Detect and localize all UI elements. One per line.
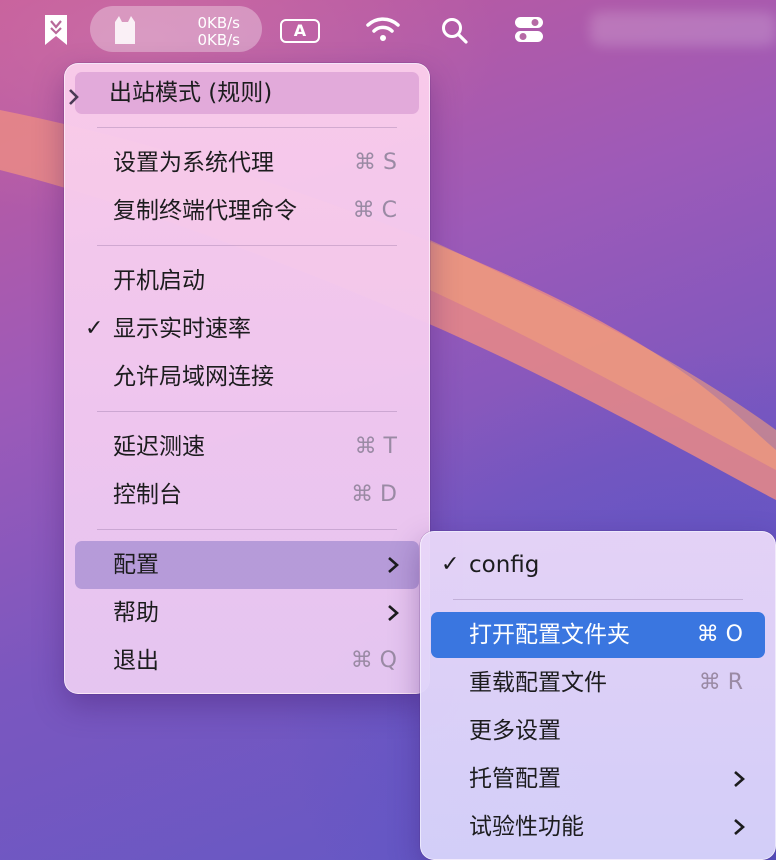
menu-item-label: 设置为系统代理 <box>113 150 274 176</box>
menu-item-quit[interactable]: 退出 ⌘ Q <box>75 640 419 682</box>
menu-separator <box>97 245 397 246</box>
download-speed: 0KB/s <box>197 31 240 49</box>
menu-separator <box>97 411 397 412</box>
config-submenu: ✓ config 打开配置文件夹 ⌘ O 重载配置文件 ⌘ R 更多设置 托管配… <box>420 531 776 860</box>
menu-separator <box>97 529 397 530</box>
chevron-right-icon <box>388 557 399 573</box>
menu-item-label: 延迟测速 <box>113 434 205 460</box>
menu-item-set-system-proxy[interactable]: 设置为系统代理 ⌘ S <box>75 142 419 184</box>
menu-item-label: 控制台 <box>113 482 182 508</box>
menu-item-label: 显示实时速率 <box>113 316 251 342</box>
menu-item-label: 允许局域网连接 <box>113 364 274 390</box>
menu-item-label: 更多设置 <box>469 718 561 744</box>
submenu-item-config-profile[interactable]: ✓ config <box>431 544 765 586</box>
menu-item-show-speed[interactable]: ✓ 显示实时速率 <box>75 308 419 350</box>
menu-item-label: 复制终端代理命令 <box>113 198 297 224</box>
menu-item-label: 帮助 <box>113 600 159 626</box>
menu-item-config[interactable]: 配置 <box>75 541 419 589</box>
menu-item-help[interactable]: 帮助 <box>75 592 419 634</box>
menu-item-label: 重载配置文件 <box>469 670 607 696</box>
wifi-icon[interactable] <box>366 16 400 42</box>
menu-item-label: 试验性功能 <box>469 814 584 840</box>
submenu-item-open-config-folder[interactable]: 打开配置文件夹 ⌘ O <box>431 612 765 658</box>
menu-item-outbound-mode[interactable]: 出站模式 (规则) <box>69 72 419 114</box>
menu-item-label: 出站模式 (规则) <box>109 80 273 106</box>
menu-item-allow-lan[interactable]: 允许局域网连接 <box>75 356 419 398</box>
app-bookmark-icon[interactable] <box>44 14 68 46</box>
menu-item-label: 打开配置文件夹 <box>469 622 630 648</box>
shortcut-hint: ⌘ Q <box>350 648 397 673</box>
chevron-right-icon <box>734 771 745 787</box>
menu-item-launch-at-login[interactable]: 开机启动 <box>75 260 419 302</box>
chevron-right-icon <box>388 605 399 621</box>
shortcut-hint: ⌘ C <box>352 198 397 223</box>
shortcut-hint: ⌘ T <box>354 434 397 459</box>
submenu-item-experimental[interactable]: 试验性功能 <box>431 806 765 848</box>
submenu-item-more-settings[interactable]: 更多设置 <box>431 710 765 752</box>
chevron-right-icon <box>734 819 745 835</box>
menu-separator <box>97 127 397 128</box>
cat-icon <box>115 16 135 44</box>
upload-speed: 0KB/s <box>197 14 240 32</box>
speed-indicator[interactable]: 0KB/s 0KB/s <box>90 6 262 52</box>
main-dropdown-menu: 出站模式 (规则) 设置为系统代理 ⌘ S 复制终端代理命令 ⌘ C 开机启动 … <box>64 63 430 694</box>
submenu-item-managed-config[interactable]: 托管配置 <box>431 758 765 800</box>
submenu-item-reload-config[interactable]: 重载配置文件 ⌘ R <box>431 662 765 704</box>
menu-item-label: 退出 <box>113 648 159 674</box>
checkmark-icon: ✓ <box>85 316 104 341</box>
menu-item-latency-test[interactable]: 延迟测速 ⌘ T <box>75 426 419 468</box>
menu-item-label: 配置 <box>113 552 159 578</box>
shortcut-hint: ⌘ D <box>351 482 397 507</box>
menu-item-label: config <box>469 552 540 578</box>
input-source-indicator[interactable]: A <box>280 19 320 43</box>
menu-item-label: 托管配置 <box>469 766 561 792</box>
menu-separator <box>453 599 743 600</box>
menu-item-copy-terminal-command[interactable]: 复制终端代理命令 ⌘ C <box>75 190 419 232</box>
menubar-status-area <box>590 12 776 46</box>
checkmark-icon: ✓ <box>441 552 460 577</box>
shortcut-hint: ⌘ S <box>354 150 397 175</box>
control-center-icon[interactable] <box>514 16 544 44</box>
shortcut-hint: ⌘ O <box>696 622 743 647</box>
chevron-right-icon <box>69 89 79 105</box>
menu-item-label: 开机启动 <box>113 268 205 294</box>
shortcut-hint: ⌘ R <box>698 670 743 695</box>
menu-item-dashboard[interactable]: 控制台 ⌘ D <box>75 474 419 516</box>
search-icon[interactable] <box>441 17 469 45</box>
